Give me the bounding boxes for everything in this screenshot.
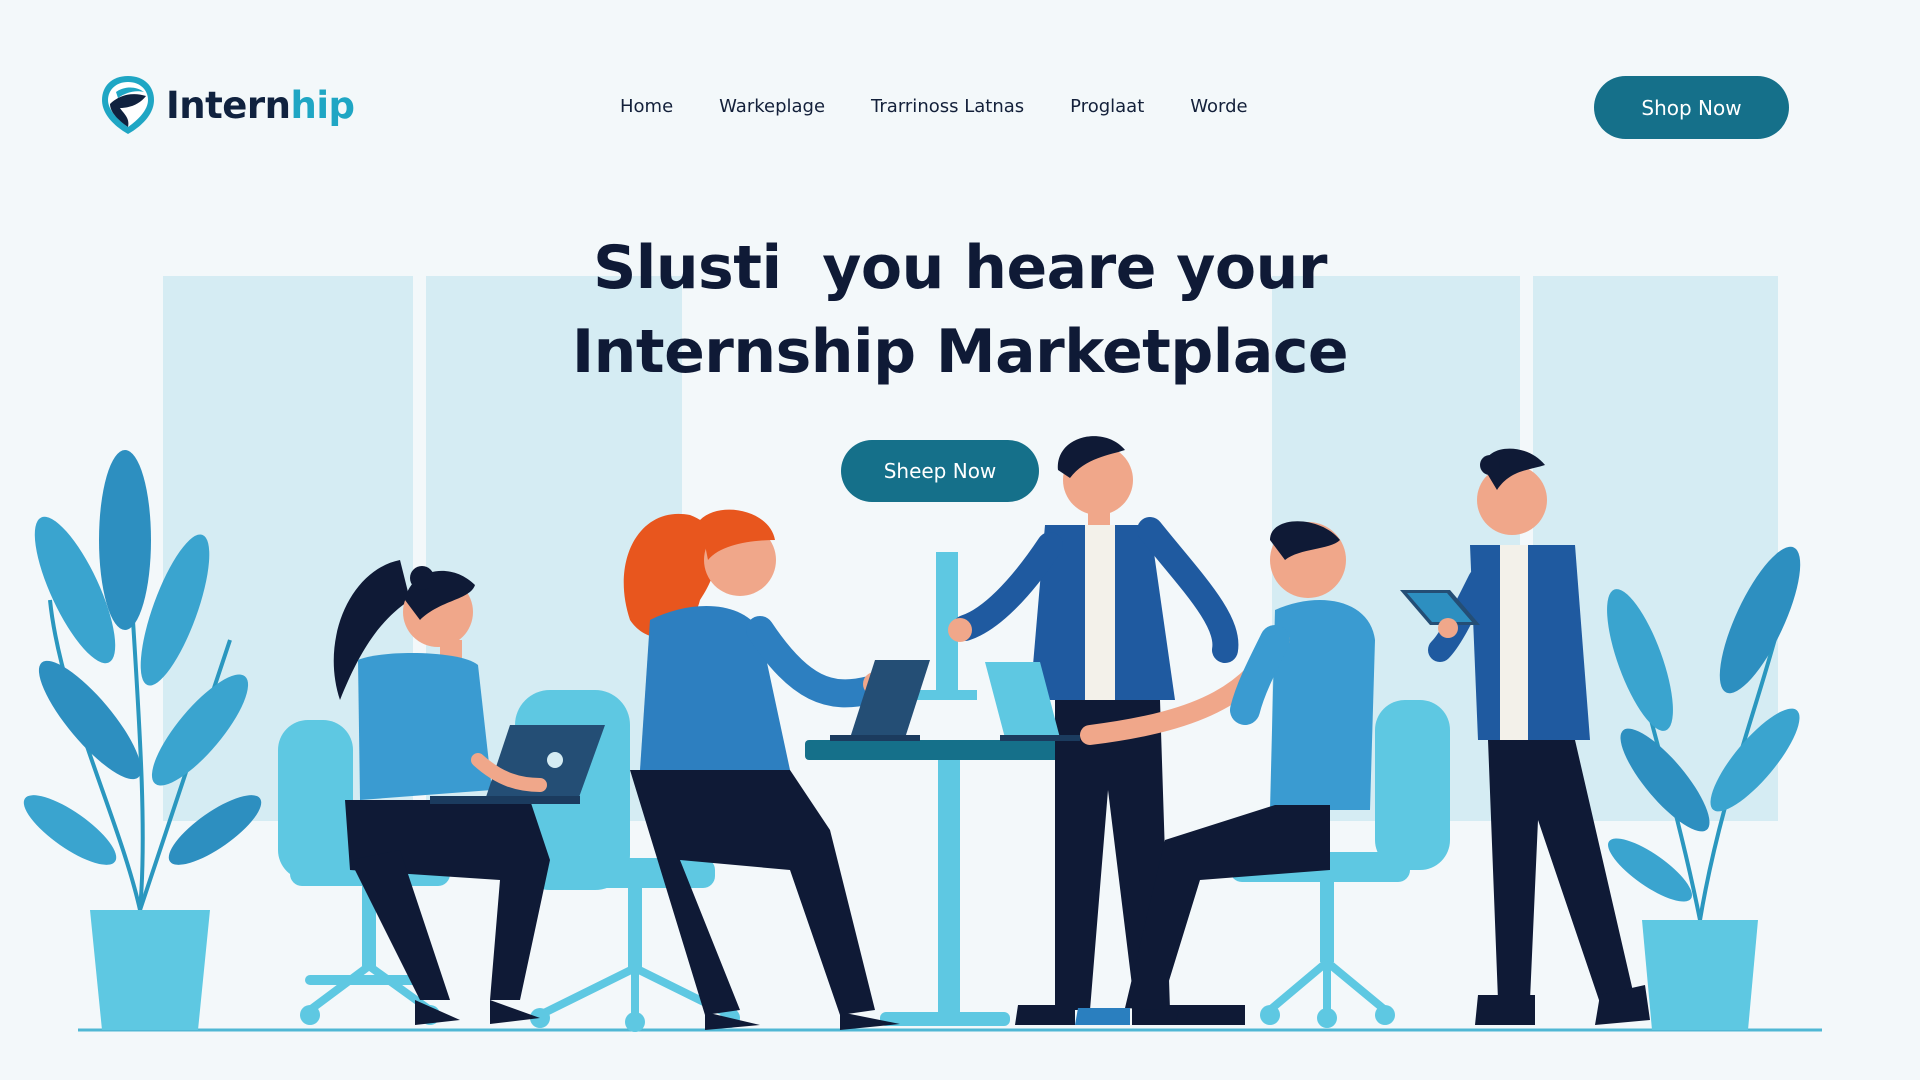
office-illustration xyxy=(23,436,1801,1032)
hero-cta-button[interactable]: Sheep Now xyxy=(841,440,1039,502)
plant-icon xyxy=(23,450,262,1030)
person-woman-redhead xyxy=(623,509,930,1030)
plant-icon xyxy=(1607,546,1801,1030)
